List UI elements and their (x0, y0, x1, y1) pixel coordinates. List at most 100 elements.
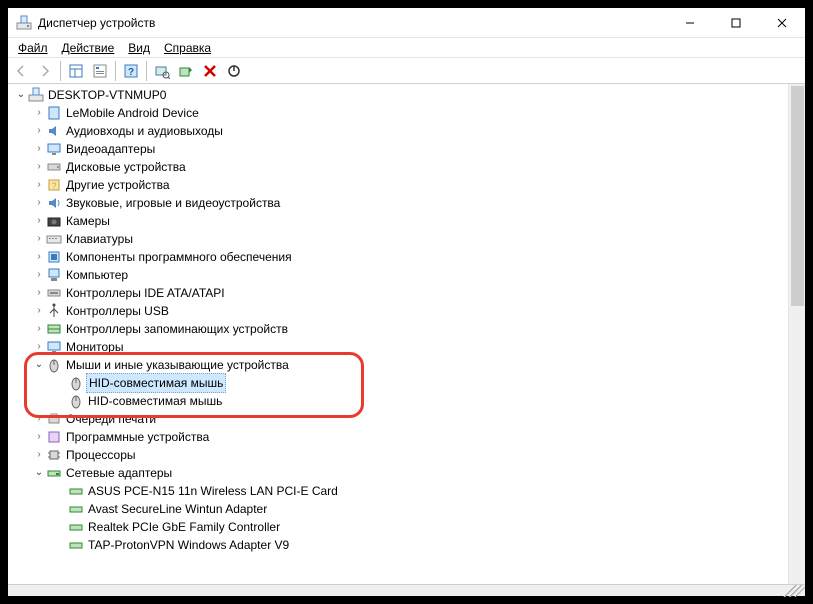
tree-item[interactable]: HID-совместимая мышь (10, 392, 788, 410)
forward-button[interactable] (34, 60, 56, 82)
chevron-right-icon[interactable]: › (32, 338, 46, 356)
tree-category[interactable]: ›Компьютер (10, 266, 788, 284)
chevron-down-icon[interactable]: ⌄ (32, 464, 46, 482)
chevron-right-icon[interactable]: › (32, 320, 46, 338)
chevron-right-icon[interactable]: › (32, 284, 46, 302)
tree-category[interactable]: › Контроллеры USB (10, 302, 788, 320)
chevron-right-icon[interactable]: › (32, 158, 46, 176)
chevron-right-icon[interactable]: › (32, 446, 46, 464)
tree-category-mice[interactable]: ⌄ Мыши и иные указывающие устройства (10, 356, 788, 374)
tree-category[interactable]: › Контроллеры запоминающих устройств (10, 320, 788, 338)
storage-icon (46, 321, 62, 337)
chevron-down-icon[interactable]: ⌄ (14, 86, 28, 104)
chevron-right-icon[interactable]: › (32, 302, 46, 320)
tree-label: Процессоры (66, 446, 136, 464)
scan-hardware-button[interactable] (151, 60, 173, 82)
tree-category[interactable]: › Клавиатуры (10, 230, 788, 248)
tree-category[interactable]: ›Мониторы (10, 338, 788, 356)
tree-item-selected[interactable]: HID-совместимая мышь (10, 374, 788, 392)
tree-item[interactable]: Avast SecureLine Wintun Adapter (10, 500, 788, 518)
tree-label: Компоненты программного обеспечения (66, 248, 292, 266)
toolbar-separator (146, 61, 147, 81)
disable-button[interactable] (223, 60, 245, 82)
software-icon (46, 429, 62, 445)
chevron-right-icon[interactable]: › (32, 194, 46, 212)
show-hidden-button[interactable] (65, 60, 87, 82)
tree-label: Мыши и иные указывающие устройства (66, 356, 289, 374)
chevron-down-icon[interactable]: ⌄ (32, 356, 46, 374)
help-button[interactable]: ? (120, 60, 142, 82)
minimize-button[interactable] (667, 8, 713, 38)
tree-root[interactable]: ⌄ DESKTOP-VTNMUP0 (10, 86, 788, 104)
disk-icon (46, 159, 62, 175)
device-manager-window: Диспетчер устройств Файл Действие Вид Сп… (8, 8, 805, 596)
chevron-right-icon[interactable]: › (32, 248, 46, 266)
menu-help[interactable]: Справка (158, 39, 217, 57)
tree-label: Контроллеры USB (66, 302, 169, 320)
window-title: Диспетчер устройств (38, 16, 155, 30)
chevron-right-icon[interactable]: › (32, 266, 46, 284)
camera-icon (46, 213, 62, 229)
keyboard-icon (46, 231, 62, 247)
audio-icon (46, 123, 62, 139)
tree-category[interactable]: ›Контроллеры IDE ATA/ATAPI (10, 284, 788, 302)
back-button[interactable] (10, 60, 32, 82)
chevron-right-icon[interactable]: › (32, 122, 46, 140)
scrollbar-thumb[interactable] (791, 86, 804, 306)
menu-view[interactable]: Вид (122, 39, 156, 57)
tree-label: Контроллеры запоминающих устройств (66, 320, 288, 338)
tree-label: Видеоадаптеры (66, 140, 155, 158)
device-icon (46, 105, 62, 121)
tree-category[interactable]: ›Дисковые устройства (10, 158, 788, 176)
tree-category[interactable]: ›LeMobile Android Device (10, 104, 788, 122)
menu-file[interactable]: Файл (12, 39, 54, 57)
tree-category[interactable]: › Видеоадаптеры (10, 140, 788, 158)
chevron-right-icon[interactable]: › (32, 176, 46, 194)
uninstall-button[interactable] (199, 60, 221, 82)
chevron-right-icon[interactable]: › (32, 410, 46, 428)
chevron-right-icon[interactable]: › (32, 140, 46, 158)
menu-action[interactable]: Действие (56, 39, 121, 57)
tree-label: TAP-ProtonVPN Windows Adapter V9 (88, 536, 289, 554)
tree-category[interactable]: › Процессоры (10, 446, 788, 464)
tree-item[interactable]: Realtek PCIe GbE Family Controller (10, 518, 788, 536)
titlebar[interactable]: Диспетчер устройств (8, 8, 805, 38)
monitor-icon (46, 339, 62, 355)
tree-category[interactable]: › Программные устройства (10, 428, 788, 446)
ide-icon (46, 285, 62, 301)
tree-category[interactable]: ›Аудиовходы и аудиовыходы (10, 122, 788, 140)
chevron-right-icon[interactable]: › (32, 104, 46, 122)
tree-category[interactable]: › Камеры (10, 212, 788, 230)
tree-item[interactable]: ASUS PCE-N15 11n Wireless LAN PCI-E Card (10, 482, 788, 500)
chevron-right-icon[interactable]: › (32, 428, 46, 446)
svg-text:?: ? (128, 67, 134, 78)
toolbar-separator (115, 61, 116, 81)
tree-label: Клавиатуры (66, 230, 133, 248)
tree-category[interactable]: › Компоненты программного обеспечения (10, 248, 788, 266)
network-icon (68, 483, 84, 499)
tree-category[interactable]: ›Очереди печати (10, 410, 788, 428)
tree-label: Avast SecureLine Wintun Adapter (88, 500, 267, 518)
chevron-right-icon[interactable]: › (32, 230, 46, 248)
content-area: ⌄ DESKTOP-VTNMUP0 ›LeMobile Android Devi… (8, 84, 805, 584)
tree-label: Программные устройства (66, 428, 209, 446)
tree-category-network[interactable]: ⌄Сетевые адаптеры (10, 464, 788, 482)
tree-label: Камеры (66, 212, 110, 230)
close-button[interactable] (759, 8, 805, 38)
device-tree[interactable]: ⌄ DESKTOP-VTNMUP0 ›LeMobile Android Devi… (8, 84, 788, 584)
tree-category[interactable]: ›Звуковые, игровые и видеоустройства (10, 194, 788, 212)
update-driver-button[interactable] (175, 60, 197, 82)
other-icon: ? (46, 177, 62, 193)
tree-item[interactable]: TAP-ProtonVPN Windows Adapter V9 (10, 536, 788, 554)
maximize-button[interactable] (713, 8, 759, 38)
computer-icon (28, 87, 44, 103)
tree-category[interactable]: ›?Другие устройства (10, 176, 788, 194)
mouse-icon (46, 357, 62, 373)
properties-button[interactable] (89, 60, 111, 82)
mouse-icon (68, 375, 84, 391)
resize-grip[interactable] (781, 585, 805, 597)
chevron-right-icon[interactable]: › (32, 212, 46, 230)
toolbar-separator (60, 61, 61, 81)
vertical-scrollbar[interactable] (788, 84, 805, 584)
network-icon (46, 465, 62, 481)
